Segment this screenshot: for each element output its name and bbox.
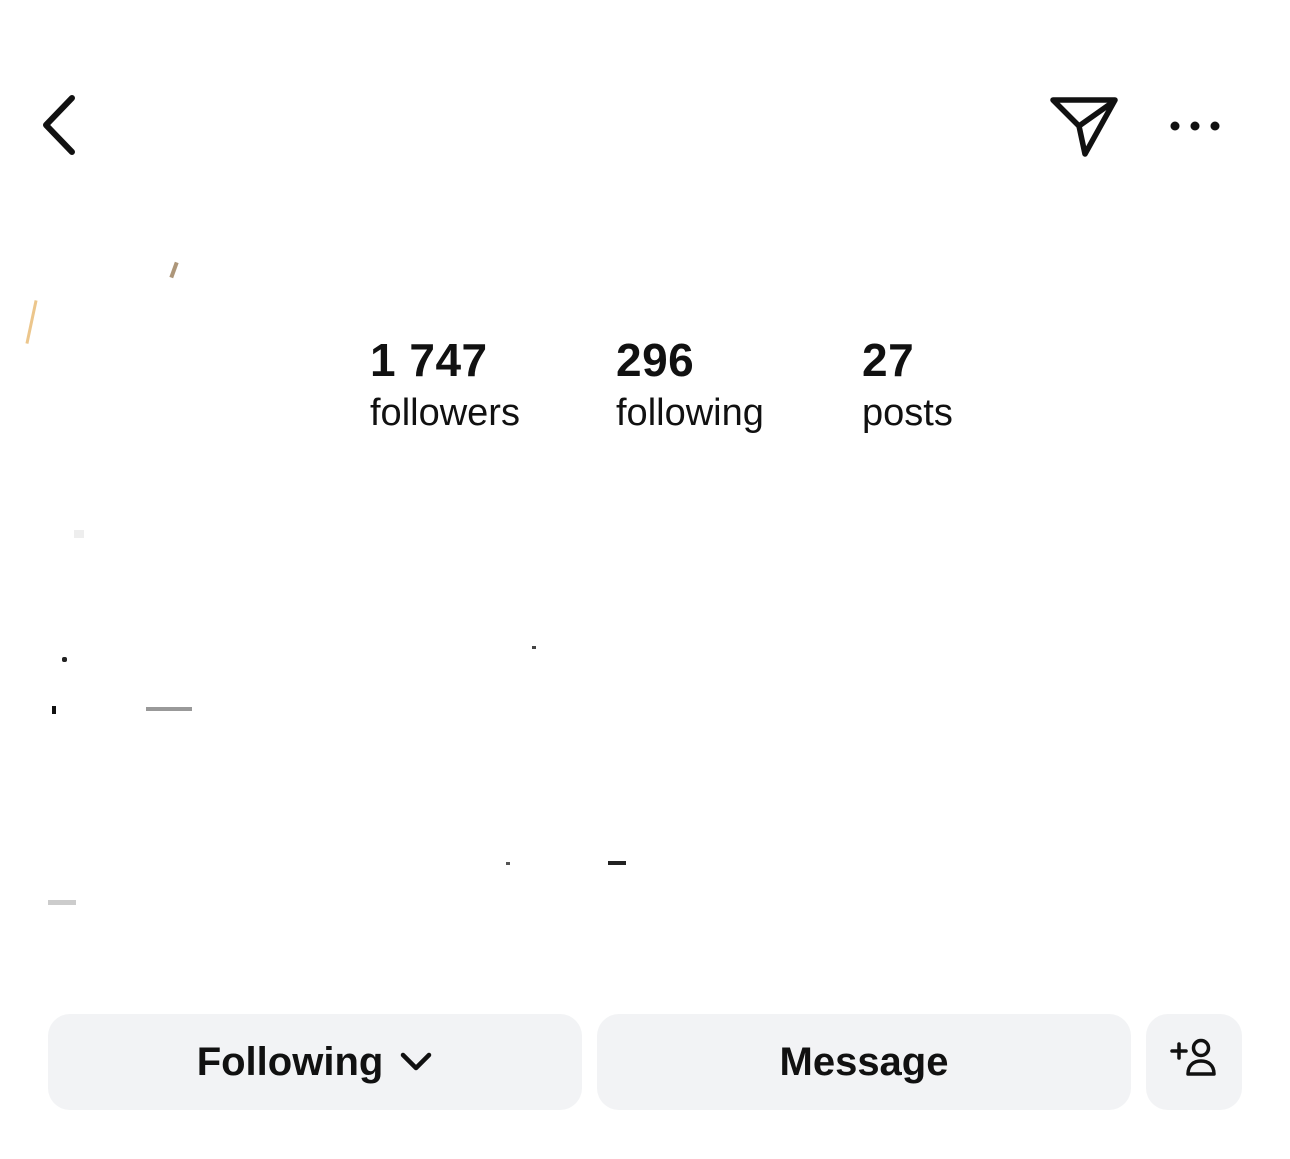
artifact-mark <box>48 900 76 905</box>
artifact-mark <box>169 261 179 279</box>
stat-value: 1 747 <box>370 334 488 386</box>
artifact-mark <box>146 707 192 711</box>
add-person-button[interactable] <box>1146 1014 1242 1110</box>
artifact-mark <box>532 646 536 649</box>
more-options-button[interactable] <box>1160 100 1230 156</box>
stat-label: followers <box>370 392 520 434</box>
message-button-label: Message <box>779 1039 949 1084</box>
send-button[interactable] <box>1044 90 1122 164</box>
stat-following[interactable]: 296 following <box>616 330 764 436</box>
stat-posts[interactable]: 27 posts <box>862 330 953 436</box>
stat-followers[interactable]: 1 747 followers <box>370 330 520 436</box>
stat-value: 296 <box>616 334 695 386</box>
following-button-label: Following <box>196 1039 384 1084</box>
artifact-mark <box>52 706 56 714</box>
add-person-icon <box>1170 1037 1218 1087</box>
artifact-mark <box>608 861 626 865</box>
ellipsis-icon <box>1169 119 1221 137</box>
back-button[interactable] <box>28 90 88 164</box>
chevron-down-icon <box>399 1051 433 1073</box>
stat-label: posts <box>862 392 953 434</box>
following-button[interactable]: Following <box>48 1014 582 1110</box>
stat-value: 27 <box>862 334 915 386</box>
paper-plane-icon <box>1047 92 1119 163</box>
artifact-mark <box>62 657 67 662</box>
chevron-left-icon <box>38 92 78 163</box>
message-button[interactable]: Message <box>597 1014 1131 1110</box>
artifact-mark <box>506 862 510 865</box>
stat-label: following <box>616 392 764 434</box>
artifact-mark <box>74 530 84 538</box>
artifact-mark <box>25 300 38 344</box>
